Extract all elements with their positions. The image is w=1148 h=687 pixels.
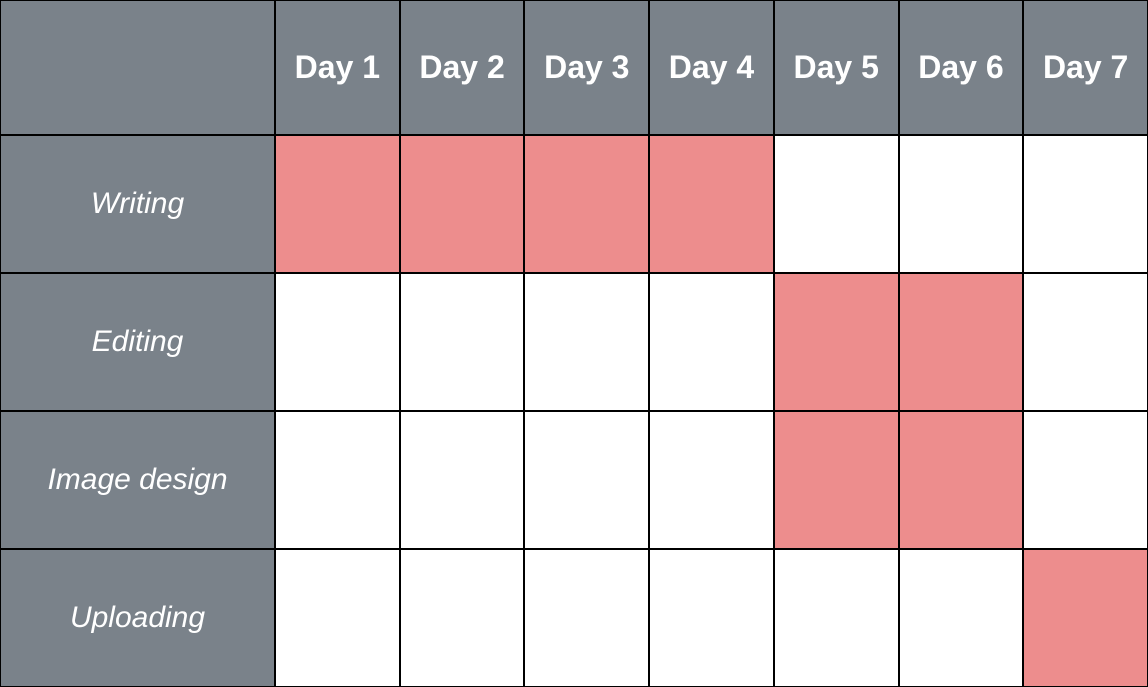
gantt-cell	[899, 273, 1024, 411]
gantt-cell	[400, 273, 525, 411]
gantt-cell	[275, 273, 400, 411]
gantt-cell	[1023, 273, 1148, 411]
column-header-day3: Day 3	[524, 0, 649, 135]
gantt-cell	[899, 549, 1024, 687]
gantt-cell	[774, 273, 899, 411]
gantt-cell	[524, 273, 649, 411]
gantt-cell	[1023, 549, 1148, 687]
gantt-cell	[400, 135, 525, 273]
gantt-cell	[649, 273, 774, 411]
gantt-cell	[275, 135, 400, 273]
gantt-cell	[899, 135, 1024, 273]
task-label-writing: Writing	[0, 135, 275, 273]
column-header-day2: Day 2	[400, 0, 525, 135]
gantt-cell	[1023, 135, 1148, 273]
gantt-cell	[275, 549, 400, 687]
task-label-image-design: Image design	[0, 411, 275, 549]
column-header-day7: Day 7	[1023, 0, 1148, 135]
column-header-day1: Day 1	[275, 0, 400, 135]
gantt-cell	[400, 411, 525, 549]
task-label-uploading: Uploading	[0, 549, 275, 687]
task-label-editing: Editing	[0, 273, 275, 411]
gantt-cell	[275, 411, 400, 549]
gantt-cell	[1023, 411, 1148, 549]
gantt-cell	[400, 549, 525, 687]
column-header-day5: Day 5	[774, 0, 899, 135]
gantt-cell	[649, 549, 774, 687]
gantt-cell	[774, 549, 899, 687]
gantt-cell	[524, 135, 649, 273]
gantt-cell	[649, 411, 774, 549]
corner-cell	[0, 0, 275, 135]
gantt-cell	[524, 411, 649, 549]
gantt-cell	[774, 411, 899, 549]
gantt-cell	[899, 411, 1024, 549]
gantt-chart: Day 1 Day 2 Day 3 Day 4 Day 5 Day 6 Day …	[0, 0, 1148, 687]
gantt-cell	[774, 135, 899, 273]
gantt-cell	[524, 549, 649, 687]
gantt-cell	[649, 135, 774, 273]
column-header-day6: Day 6	[899, 0, 1024, 135]
column-header-day4: Day 4	[649, 0, 774, 135]
